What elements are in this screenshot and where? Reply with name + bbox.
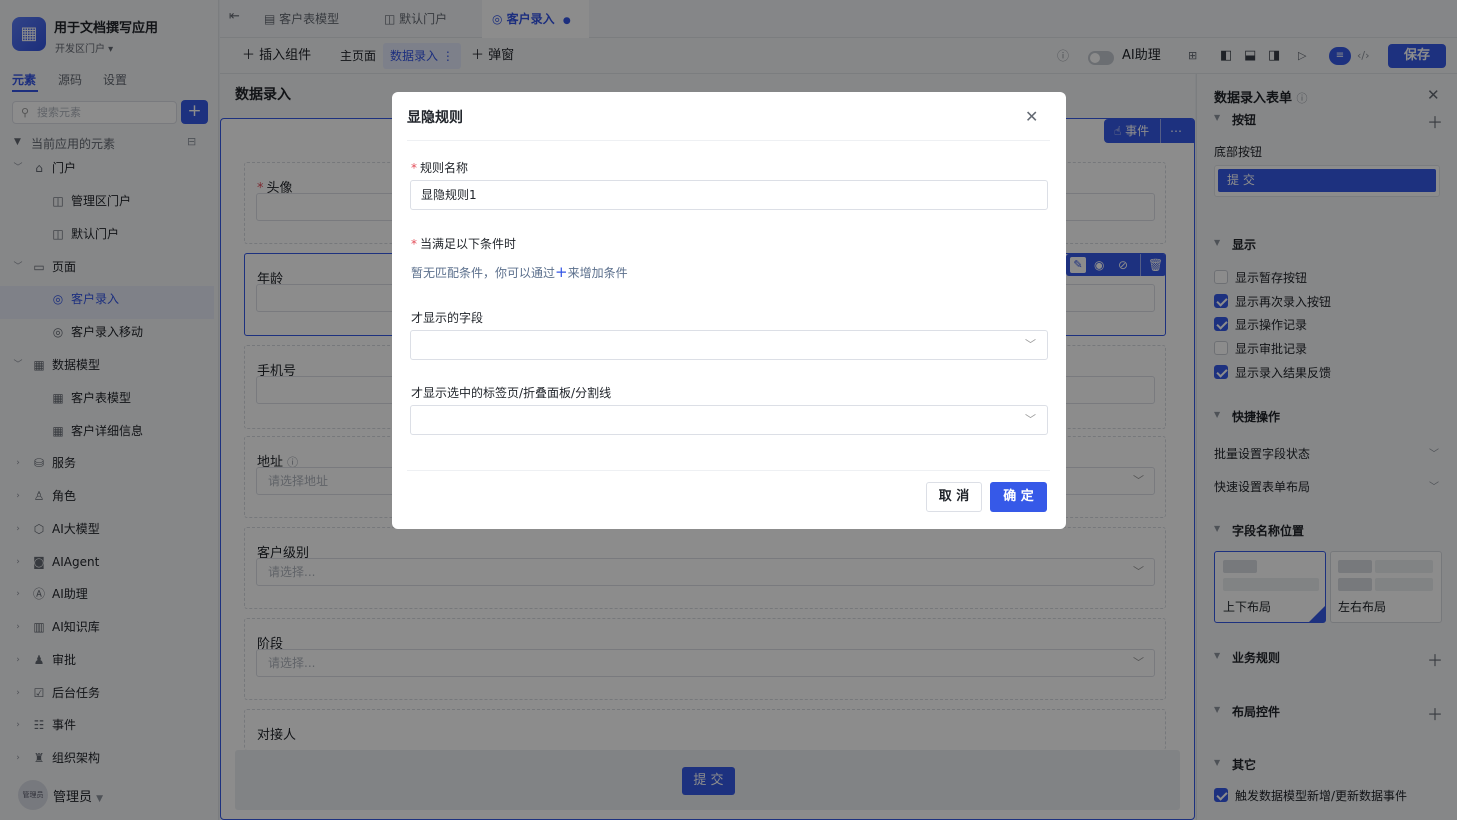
tabs-select[interactable]: ﹀ [410,405,1048,435]
add-condition-icon[interactable]: + [555,263,568,281]
no-condition-hint: 暂无匹配条件，你可以通过+来增加条件 [411,263,628,281]
no-condition-text-end: 来增加条件 [567,266,628,280]
condition-label-text: 当满足以下条件时 [420,237,517,251]
confirm-button[interactable]: 确 定 [990,482,1047,512]
required-mark: * [411,161,417,175]
no-condition-text: 暂无匹配条件，你可以通过 [411,266,556,280]
rule-name-label: * 规则名称 [411,159,468,176]
divider [407,470,1050,471]
dialog-title: 显隐规则 [407,110,463,126]
cancel-button[interactable]: 取 消 [926,482,982,512]
fields-label: 才显示的字段 [411,311,484,325]
required-mark: * [411,237,417,251]
close-icon[interactable]: ✕ [1025,107,1038,126]
rule-name-input[interactable]: 显隐规则1 [410,180,1048,210]
chevron-down-icon: ﹀ [1025,338,1036,351]
condition-label: * 当满足以下条件时 [411,235,516,252]
tabs-label: 才显示选中的标签页/折叠面板/分割线 [411,386,612,400]
divider [407,140,1050,141]
fields-select[interactable]: ﹀ [410,330,1048,360]
visibility-rule-dialog: 显隐规则 ✕ * 规则名称 显隐规则1 * 当满足以下条件时 暂无匹配条件，你可以通… [392,92,1066,529]
chevron-down-icon: ﹀ [1025,413,1036,426]
rule-name-label-text: 规则名称 [420,161,469,175]
